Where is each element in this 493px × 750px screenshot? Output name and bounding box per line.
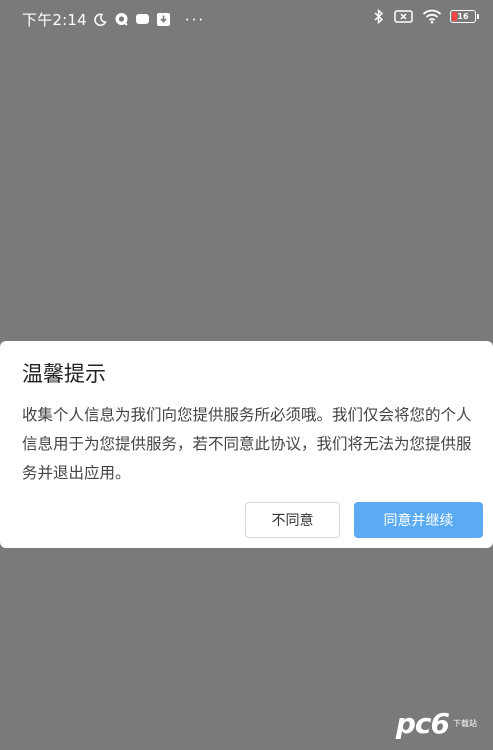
watermark-logo-text: pc6 [395, 707, 450, 740]
accept-continue-button[interactable]: 同意并继续 [354, 502, 483, 538]
status-bar-right: 16 [371, 9, 479, 24]
battery-cap [477, 14, 479, 19]
sim-off-icon [394, 9, 414, 24]
wifi-icon [422, 9, 442, 24]
moon-icon [93, 12, 108, 27]
watermark-logo: pc6 下载站 [396, 707, 477, 740]
status-time: 下午2:14 [22, 11, 87, 29]
download-icon [156, 12, 171, 27]
battery-icon: 16 [450, 10, 479, 23]
battery-fill [452, 12, 457, 21]
privacy-dialog: 温馨提示 收集个人信息为我们向您提供服务所必须哦。我们仅会将您的个人信息用于为您… [0, 341, 493, 548]
status-bar: 下午2:14 ··· 16 [0, 0, 493, 36]
more-notifications-indicator: ··· [184, 10, 206, 29]
dialog-title: 温馨提示 [22, 362, 106, 386]
chat-icon [135, 12, 150, 27]
bluetooth-icon [371, 9, 386, 24]
status-bar-left: 下午2:14 ··· [22, 9, 205, 30]
dialog-message: 收集个人信息为我们向您提供服务所必须哦。我们仅会将您的个人信息用于为您提供服务，… [22, 406, 472, 482]
watermark-subtext: 下载站 [453, 719, 477, 728]
decline-button[interactable]: 不同意 [245, 502, 340, 538]
message-icon [114, 12, 129, 27]
battery-level: 16 [457, 12, 469, 21]
battery-body: 16 [450, 10, 476, 23]
